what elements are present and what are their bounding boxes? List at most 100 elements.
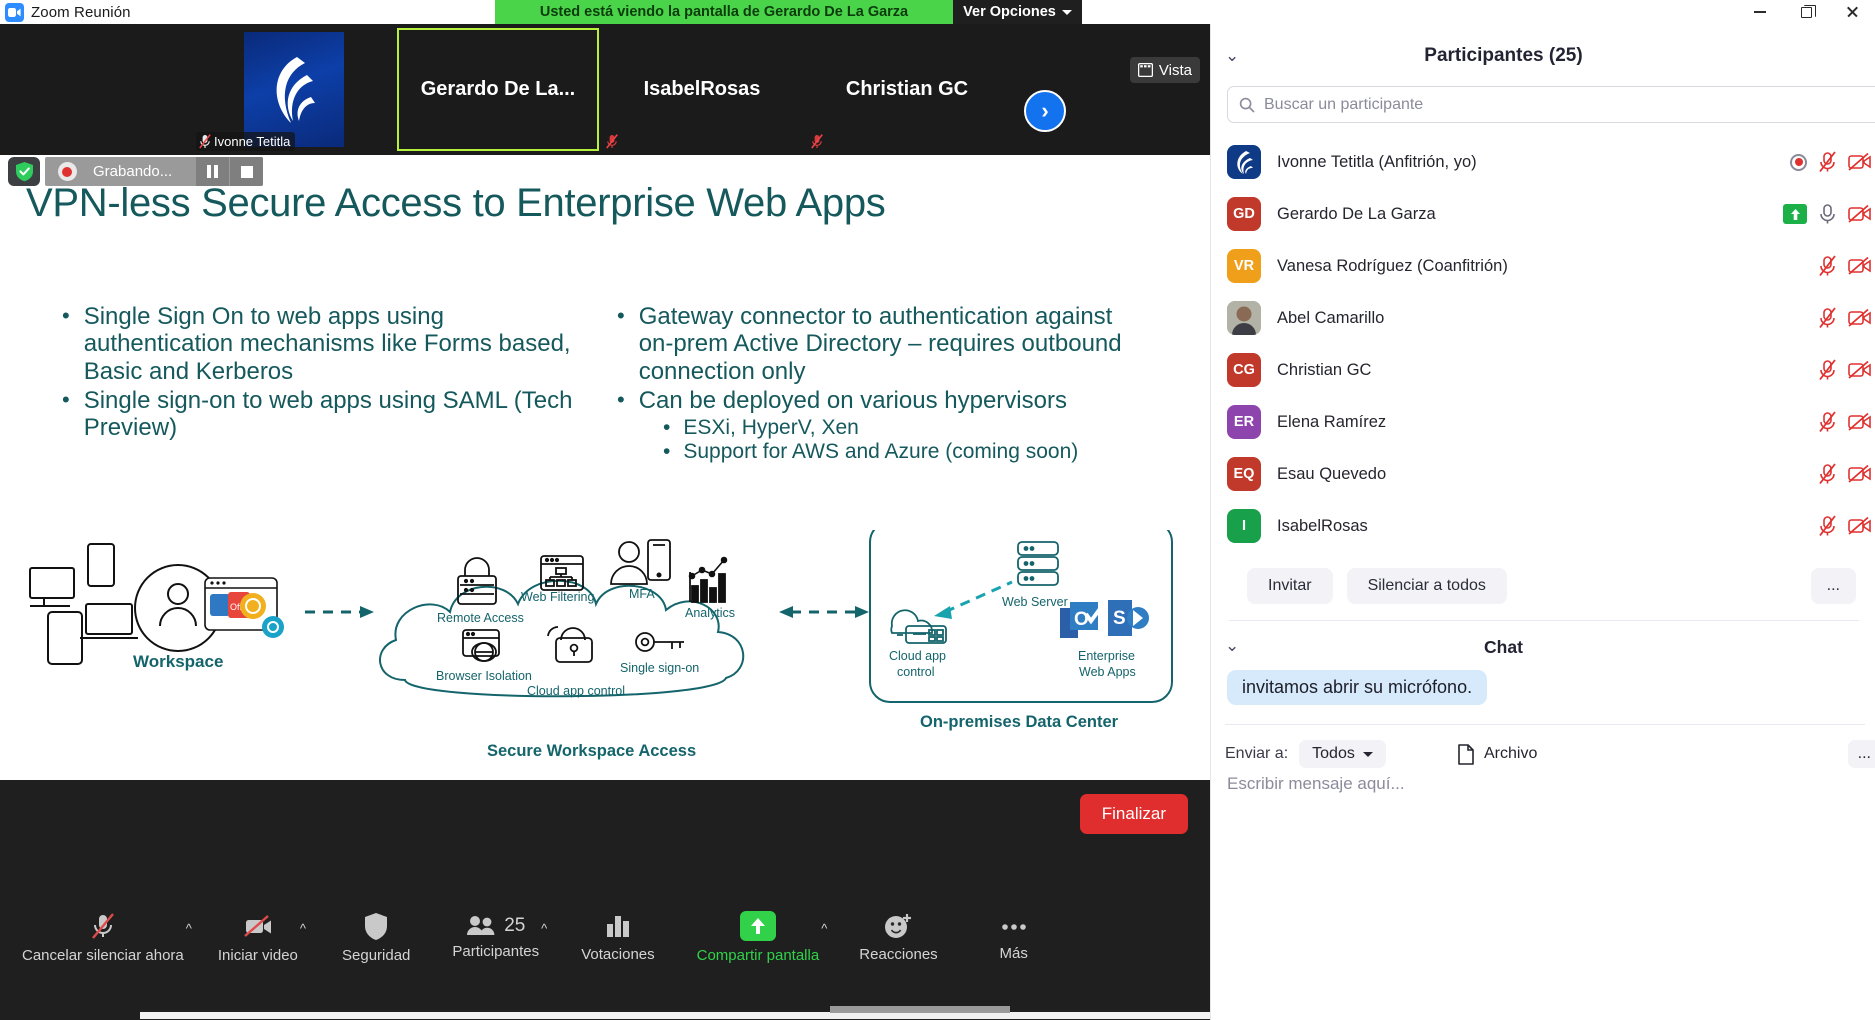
video-filmstrip: Ivonne Tetitla Gerardo De La... IsabelRo…: [0, 24, 1210, 155]
chevron-down-icon: [1362, 751, 1373, 757]
search-input[interactable]: Buscar un participante: [1227, 86, 1875, 123]
chevron-down-icon[interactable]: ⌄: [1225, 636, 1239, 656]
invite-button[interactable]: Invitar: [1247, 568, 1333, 604]
mute-all-button[interactable]: Silenciar a todos: [1346, 568, 1507, 604]
mic-options-caret-icon[interactable]: ^: [186, 921, 192, 954]
mic-off-icon[interactable]: [1818, 515, 1837, 537]
participant-row[interactable]: CG Christian GC: [1211, 344, 1875, 396]
toolbar-polls-button[interactable]: Votaciones: [581, 912, 655, 963]
horizontal-scrollbar-track[interactable]: [140, 1006, 1210, 1019]
tile-name: Gerardo De La...: [420, 78, 576, 100]
horizontal-scrollbar-thumb[interactable]: [830, 1006, 1010, 1013]
tile-name: Ivonne Tetitla: [214, 134, 291, 149]
toolbar-reactions-button[interactable]: Reacciones: [859, 912, 938, 963]
mic-off-icon[interactable]: [1818, 463, 1837, 485]
slide-diagram: Offce365 Workspace: [0, 521, 1210, 780]
mic-off-icon[interactable]: [1818, 307, 1837, 329]
mic-off-icon[interactable]: [1818, 255, 1837, 277]
slide-bullets-right: • Gateway connector to authentication ag…: [617, 303, 1147, 464]
meeting-toolbar: Cancelar silenciar ahora ^ Iniciar video…: [0, 780, 1210, 1020]
video-off-icon[interactable]: [1848, 308, 1872, 328]
stop-recording-button[interactable]: [230, 157, 264, 186]
svg-text:Secure Workspace Access: Secure Workspace Access: [487, 742, 696, 760]
toolbar-more-button[interactable]: Más: [984, 913, 1044, 962]
video-off-icon[interactable]: [1848, 412, 1872, 432]
view-button-label: Vista: [1158, 61, 1192, 79]
shield-icon[interactable]: [8, 157, 40, 186]
participant-row[interactable]: EQ Esau Quevedo: [1211, 448, 1875, 500]
toolbar-share-screen-button[interactable]: Compartir pantalla: [697, 910, 819, 964]
bullet-marker: •: [62, 303, 70, 328]
chat-message-input[interactable]: Escribir mensaje aquí...: [1227, 774, 1405, 794]
video-tile-christian[interactable]: Christian GC: [805, 28, 1009, 151]
pause-recording-button[interactable]: [196, 157, 230, 186]
participant-name: Elena Ramírez: [1277, 412, 1387, 431]
video-off-icon[interactable]: [1848, 360, 1872, 380]
next-page-button[interactable]: ›: [1024, 90, 1066, 132]
participant-row[interactable]: VR Vanesa Rodríguez (Coanfitrión): [1211, 240, 1875, 292]
bullet-item: • Gateway connector to authentication ag…: [617, 303, 1147, 385]
participant-row[interactable]: I IsabelRosas: [1211, 500, 1875, 546]
mic-icon[interactable]: [1818, 203, 1837, 225]
svg-text:Single sign-on: Single sign-on: [620, 661, 699, 675]
attach-file-button[interactable]: Archivo: [1457, 743, 1537, 765]
window-controls: [1737, 0, 1875, 24]
avatar: EQ: [1227, 457, 1261, 491]
video-off-icon[interactable]: [1848, 464, 1872, 484]
tile-name: IsabelRosas: [643, 78, 761, 100]
toolbar-mute-button[interactable]: Cancelar silenciar ahora: [22, 911, 184, 964]
participants-list[interactable]: Ivonne Tetitla (Anfitrión, yo) GD Gerard…: [1211, 136, 1875, 546]
mic-off-icon: [811, 134, 823, 149]
participant-row[interactable]: Abel Camarillo: [1211, 292, 1875, 344]
participant-name: Esau Quevedo: [1277, 464, 1387, 483]
svg-text:Enterprise: Enterprise: [1078, 649, 1135, 663]
view-button[interactable]: Vista: [1129, 57, 1200, 83]
send-to-dropdown[interactable]: Todos: [1299, 740, 1386, 768]
mic-off-icon[interactable]: [1818, 411, 1837, 433]
participants-more-button[interactable]: ...: [1810, 568, 1856, 604]
participant-row[interactable]: Ivonne Tetitla (Anfitrión, yo): [1211, 136, 1875, 188]
participant-row[interactable]: ER Elena Ramírez: [1211, 396, 1875, 448]
video-options-caret-icon[interactable]: ^: [300, 921, 306, 954]
bullet-text: Support for AWS and Azure (coming soon): [683, 440, 1079, 464]
svg-text:Analytics: Analytics: [685, 606, 735, 620]
video-off-icon[interactable]: [1848, 516, 1872, 536]
video-off-icon[interactable]: [1848, 204, 1872, 224]
svg-text:On-premises Data Center: On-premises Data Center: [920, 713, 1119, 731]
bullet-subitem: • ESXi, HyperV, Xen: [663, 416, 1147, 440]
polls-icon: [606, 915, 629, 937]
bullet-text: Gateway connector to authentication agai…: [638, 303, 1122, 385]
participant-name: IsabelRosas: [1277, 516, 1368, 535]
participant-status-icons: [1818, 240, 1872, 292]
restore-button[interactable]: [1783, 0, 1829, 24]
mic-off-icon[interactable]: [1818, 359, 1837, 381]
share-options-caret-icon[interactable]: ^: [821, 921, 827, 954]
end-meeting-button[interactable]: Finalizar: [1079, 794, 1188, 834]
svg-text:MFA: MFA: [629, 587, 655, 601]
participants-caret-icon[interactable]: ^: [541, 921, 547, 954]
video-off-icon[interactable]: [1848, 256, 1872, 276]
chat-panel-title: Chat: [1484, 636, 1523, 657]
participants-panel-title: Participantes (25): [1424, 45, 1583, 66]
video-off-icon[interactable]: [1848, 152, 1872, 172]
chat-more-button[interactable]: ...: [1847, 740, 1875, 768]
minimize-button[interactable]: [1737, 0, 1783, 24]
chevron-down-icon[interactable]: ⌄: [1225, 46, 1239, 66]
participant-status-icons: [1818, 396, 1872, 448]
close-button[interactable]: [1829, 0, 1875, 24]
video-tile-gerardo[interactable]: Gerardo De La...: [397, 28, 599, 151]
bullet-marker: •: [617, 387, 625, 413]
mic-off-icon: [91, 912, 114, 939]
more-dots-icon: [1001, 923, 1026, 930]
share-screen-icon: [739, 910, 776, 941]
toolbar-video-button[interactable]: Iniciar video: [218, 911, 298, 964]
toolbar-label: Más: [999, 944, 1028, 962]
view-options-button[interactable]: Ver Opciones: [953, 0, 1082, 24]
participants-count: 25: [504, 914, 526, 936]
video-tile-ivonne[interactable]: Ivonne Tetitla: [192, 28, 396, 151]
participant-row[interactable]: GD Gerardo De La Garza: [1211, 188, 1875, 240]
toolbar-security-button[interactable]: Seguridad: [342, 911, 410, 964]
video-tile-isabelrosas[interactable]: IsabelRosas: [600, 28, 804, 151]
mic-off-icon[interactable]: [1818, 151, 1837, 173]
toolbar-participants-button[interactable]: 25 Participantes: [452, 915, 539, 960]
